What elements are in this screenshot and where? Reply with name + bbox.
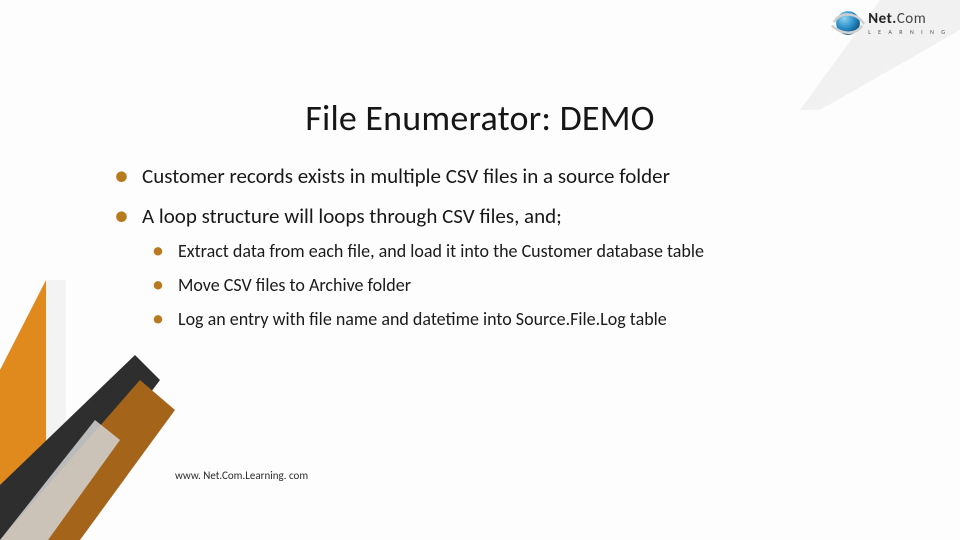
sub-bullet-item: Extract data from each file, and load it… — [142, 239, 920, 263]
bullet-text: Move CSV files to Archive folder — [178, 274, 411, 296]
brand-logo: Net.Com L E A R N I N G — [831, 6, 948, 40]
bullet-item: A loop structure will loops through CSV … — [108, 202, 920, 331]
globe-icon — [831, 6, 865, 40]
sub-bullet-item: Move CSV files to Archive folder — [142, 273, 920, 297]
bullet-text: Extract data from each file, and load it… — [178, 240, 704, 262]
brand-text: Net.Com L E A R N I N G — [868, 12, 948, 35]
brand-tagline: L E A R N I N G — [868, 29, 948, 35]
slide-title: File Enumerator: DEMO — [0, 96, 960, 140]
bullet-text: A loop structure will loops through CSV … — [142, 203, 562, 229]
footer-url: www. Net.Com.Learning. com — [175, 469, 308, 482]
slide: Net.Com L E A R N I N G File Enumerator:… — [0, 0, 960, 540]
bullet-text: Customer records exists in multiple CSV … — [142, 163, 670, 189]
sub-bullet-item: Log an entry with file name and datetime… — [142, 307, 920, 331]
bullet-item: Customer records exists in multiple CSV … — [108, 162, 920, 190]
brand-bold: Net. — [868, 10, 897, 28]
brand-light: Com — [897, 10, 926, 28]
slide-body: Customer records exists in multiple CSV … — [108, 162, 920, 344]
bullet-text: Log an entry with file name and datetime… — [178, 308, 667, 330]
